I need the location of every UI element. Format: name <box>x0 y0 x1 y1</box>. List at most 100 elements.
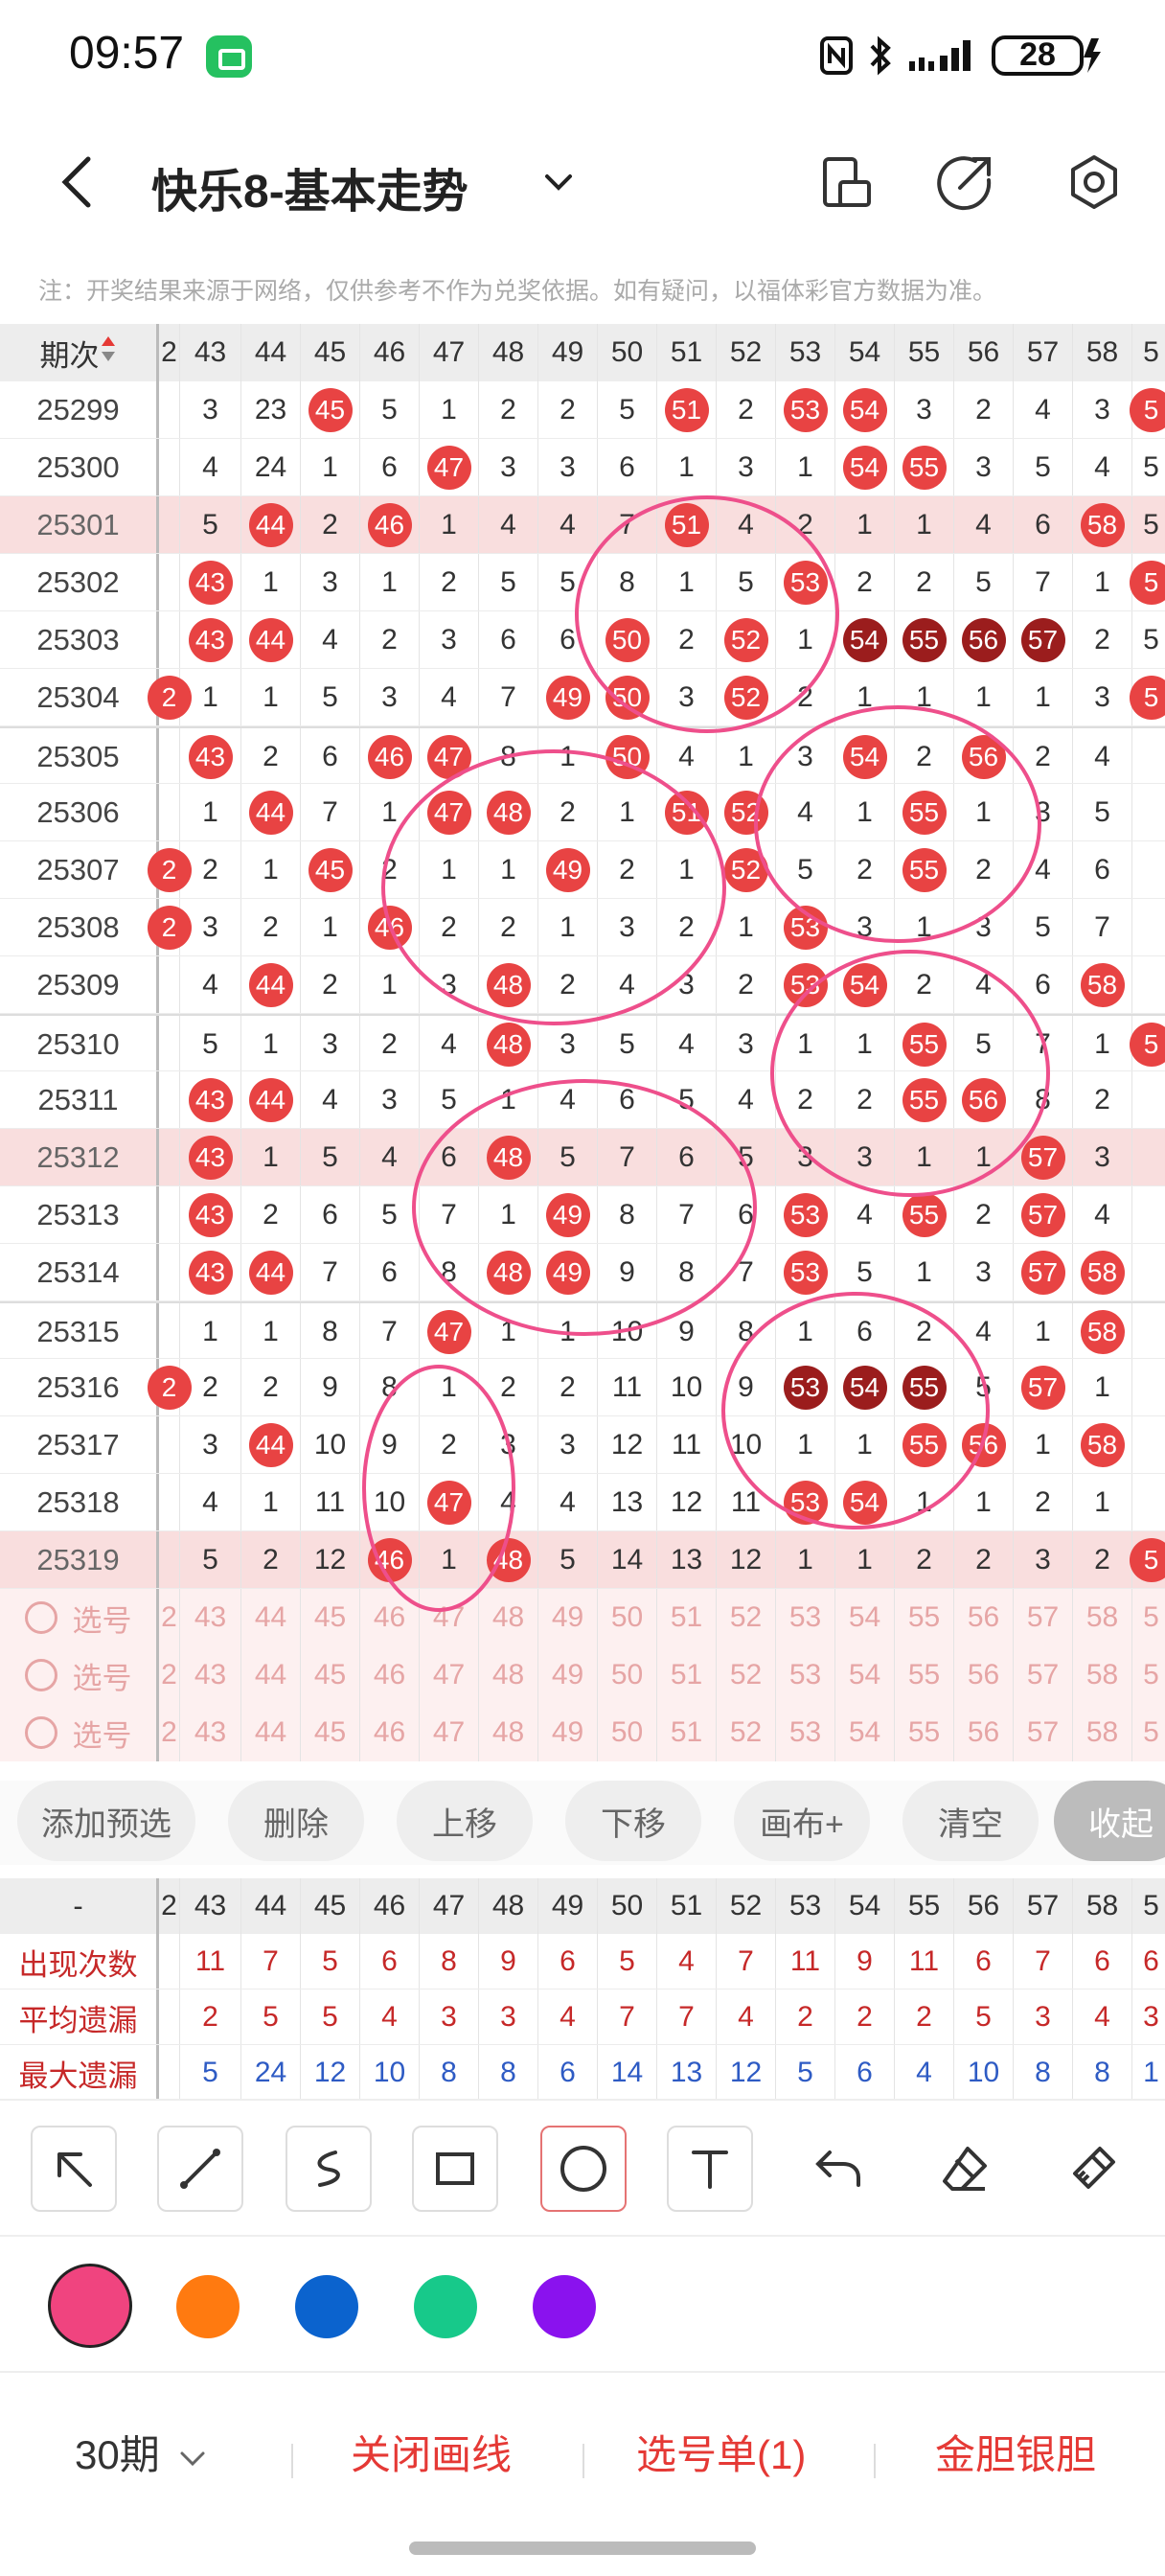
pick-cell[interactable]: 58 <box>1073 1704 1132 1761</box>
pick-cell[interactable]: 44 <box>241 1704 301 1761</box>
move-down-button[interactable]: 下移 <box>565 1781 701 1861</box>
canvas-plus-button[interactable]: 画布+ <box>734 1781 870 1861</box>
period-select[interactable]: 30期 <box>75 2423 209 2481</box>
pick-cell[interactable]: 2 <box>159 1646 180 1704</box>
gold-silver-button[interactable]: 金胆银胆 <box>935 2423 1096 2481</box>
delete-button[interactable]: 删除 <box>228 1781 364 1861</box>
settings-icon[interactable] <box>1065 153 1123 211</box>
pick-cell[interactable]: 46 <box>360 1589 420 1646</box>
pick-cell[interactable]: 54 <box>835 1646 895 1704</box>
rectangle-tool[interactable] <box>412 2126 498 2212</box>
page-title[interactable]: 快乐8-基本走势 <box>151 153 468 220</box>
color-pink-swatch[interactable] <box>48 2264 132 2348</box>
pick-cell[interactable]: 51 <box>657 1704 717 1761</box>
pick-cell[interactable]: 51 <box>657 1589 717 1646</box>
pick-cell[interactable]: 53 <box>776 1589 835 1646</box>
pick-cell[interactable]: 52 <box>717 1704 776 1761</box>
close-lines-button[interactable]: 关闭画线 <box>351 2423 512 2481</box>
pick-cell[interactable]: 58 <box>1073 1589 1132 1646</box>
share-icon[interactable] <box>937 153 994 211</box>
pick-cell[interactable]: 2 <box>159 1589 180 1646</box>
pick-cell[interactable]: 45 <box>301 1589 360 1646</box>
curve-tool[interactable] <box>286 2126 372 2212</box>
pick-cell[interactable]: 44 <box>241 1589 301 1646</box>
text-tool[interactable] <box>667 2126 753 2212</box>
pick-cell[interactable]: 56 <box>954 1704 1014 1761</box>
grid-cell: 4 <box>180 956 241 1014</box>
pick-cell[interactable]: 50 <box>598 1589 657 1646</box>
add-preselect-button[interactable]: 添加预选 <box>17 1781 195 1861</box>
pick-cell[interactable]: 47 <box>420 1646 479 1704</box>
pick-cell[interactable]: 56 <box>954 1646 1014 1704</box>
radio-circle-icon[interactable] <box>24 1601 57 1634</box>
pick-cell[interactable]: 54 <box>835 1704 895 1761</box>
pick-cell-label[interactable]: 选号 <box>0 1704 159 1761</box>
grid-cell: 1 <box>895 899 954 956</box>
home-indicator[interactable] <box>409 2542 756 2555</box>
pick-cell[interactable]: 55 <box>895 1704 954 1761</box>
period-cell: 25301 <box>0 496 159 554</box>
pick-cell[interactable]: 47 <box>420 1704 479 1761</box>
pick-cell[interactable]: 55 <box>895 1646 954 1704</box>
period-header[interactable]: 期次 <box>0 324 159 381</box>
circle-tool[interactable] <box>540 2126 627 2212</box>
pick-cell[interactable]: 53 <box>776 1646 835 1704</box>
pick-cell[interactable]: 50 <box>598 1704 657 1761</box>
line-tool[interactable] <box>157 2126 243 2212</box>
pick-cell[interactable]: 54 <box>835 1589 895 1646</box>
pick-cell[interactable]: 48 <box>479 1704 538 1761</box>
pick-cell[interactable]: 49 <box>538 1589 598 1646</box>
clear-canvas-button[interactable] <box>1050 2126 1136 2212</box>
pick-cell[interactable]: 52 <box>717 1589 776 1646</box>
pick-cell[interactable]: 57 <box>1014 1646 1073 1704</box>
pick-cell[interactable]: 48 <box>479 1589 538 1646</box>
pick-cell[interactable]: 46 <box>360 1704 420 1761</box>
undo-button[interactable] <box>795 2126 881 2212</box>
color-orange-swatch[interactable] <box>176 2275 240 2338</box>
pick-cell[interactable]: 48 <box>479 1646 538 1704</box>
radio-circle-icon[interactable] <box>24 1659 57 1691</box>
draw-row: 25317 3 44 10 9 2 3 3 12 11 10 1 1 55 56 1 58 <box>0 1416 1165 1474</box>
pick-cell[interactable]: 46 <box>360 1646 420 1704</box>
pick-cell[interactable]: 49 <box>538 1646 598 1704</box>
pick-cell[interactable]: 5 <box>1132 1589 1165 1646</box>
pick-cell[interactable]: 43 <box>180 1704 241 1761</box>
grid-cell: 3 <box>1014 1531 1073 1589</box>
color-blue-swatch[interactable] <box>295 2275 358 2338</box>
pick-cell[interactable]: 44 <box>241 1646 301 1704</box>
pick-cell[interactable]: 51 <box>657 1646 717 1704</box>
pick-cell[interactable]: 49 <box>538 1704 598 1761</box>
pick-cell[interactable]: 2 <box>159 1704 180 1761</box>
move-up-button[interactable]: 上移 <box>397 1781 533 1861</box>
chevron-down-icon[interactable] <box>541 165 576 199</box>
pick-cell[interactable]: 45 <box>301 1704 360 1761</box>
number-ball: 53 <box>783 1251 828 1295</box>
pick-cell[interactable]: 55 <box>895 1589 954 1646</box>
pick-cell[interactable]: 53 <box>776 1704 835 1761</box>
pick-cell[interactable]: 45 <box>301 1646 360 1704</box>
pick-cell[interactable]: 43 <box>180 1646 241 1704</box>
color-green-swatch[interactable] <box>414 2275 477 2338</box>
pick-cell[interactable]: 5 <box>1132 1646 1165 1704</box>
pick-cell-label[interactable]: 选号 <box>0 1646 159 1704</box>
color-purple-swatch[interactable] <box>533 2275 596 2338</box>
pick-cell[interactable]: 47 <box>420 1589 479 1646</box>
pick-cell[interactable]: 57 <box>1014 1704 1073 1761</box>
eraser-button[interactable] <box>922 2126 1008 2212</box>
radio-circle-icon[interactable] <box>24 1716 57 1749</box>
pick-cell[interactable]: 5 <box>1132 1704 1165 1761</box>
pick-cell[interactable]: 43 <box>180 1589 241 1646</box>
pick-cell[interactable]: 56 <box>954 1589 1014 1646</box>
grid-cell: 44 <box>241 1244 301 1301</box>
pick-cell[interactable]: 58 <box>1073 1646 1132 1704</box>
pick-cell[interactable]: 50 <box>598 1646 657 1704</box>
select-tool[interactable] <box>31 2126 117 2212</box>
collapse-button[interactable]: 收起 <box>1054 1781 1165 1861</box>
pick-cell[interactable]: 52 <box>717 1646 776 1704</box>
clear-button[interactable]: 清空 <box>902 1781 1039 1861</box>
pick-list-button[interactable]: 选号单(1) <box>636 2423 806 2481</box>
back-arrow-icon[interactable] <box>54 153 102 211</box>
landscape-icon[interactable] <box>819 153 875 211</box>
pick-cell-label[interactable]: 选号 <box>0 1589 159 1646</box>
pick-cell[interactable]: 57 <box>1014 1589 1073 1646</box>
